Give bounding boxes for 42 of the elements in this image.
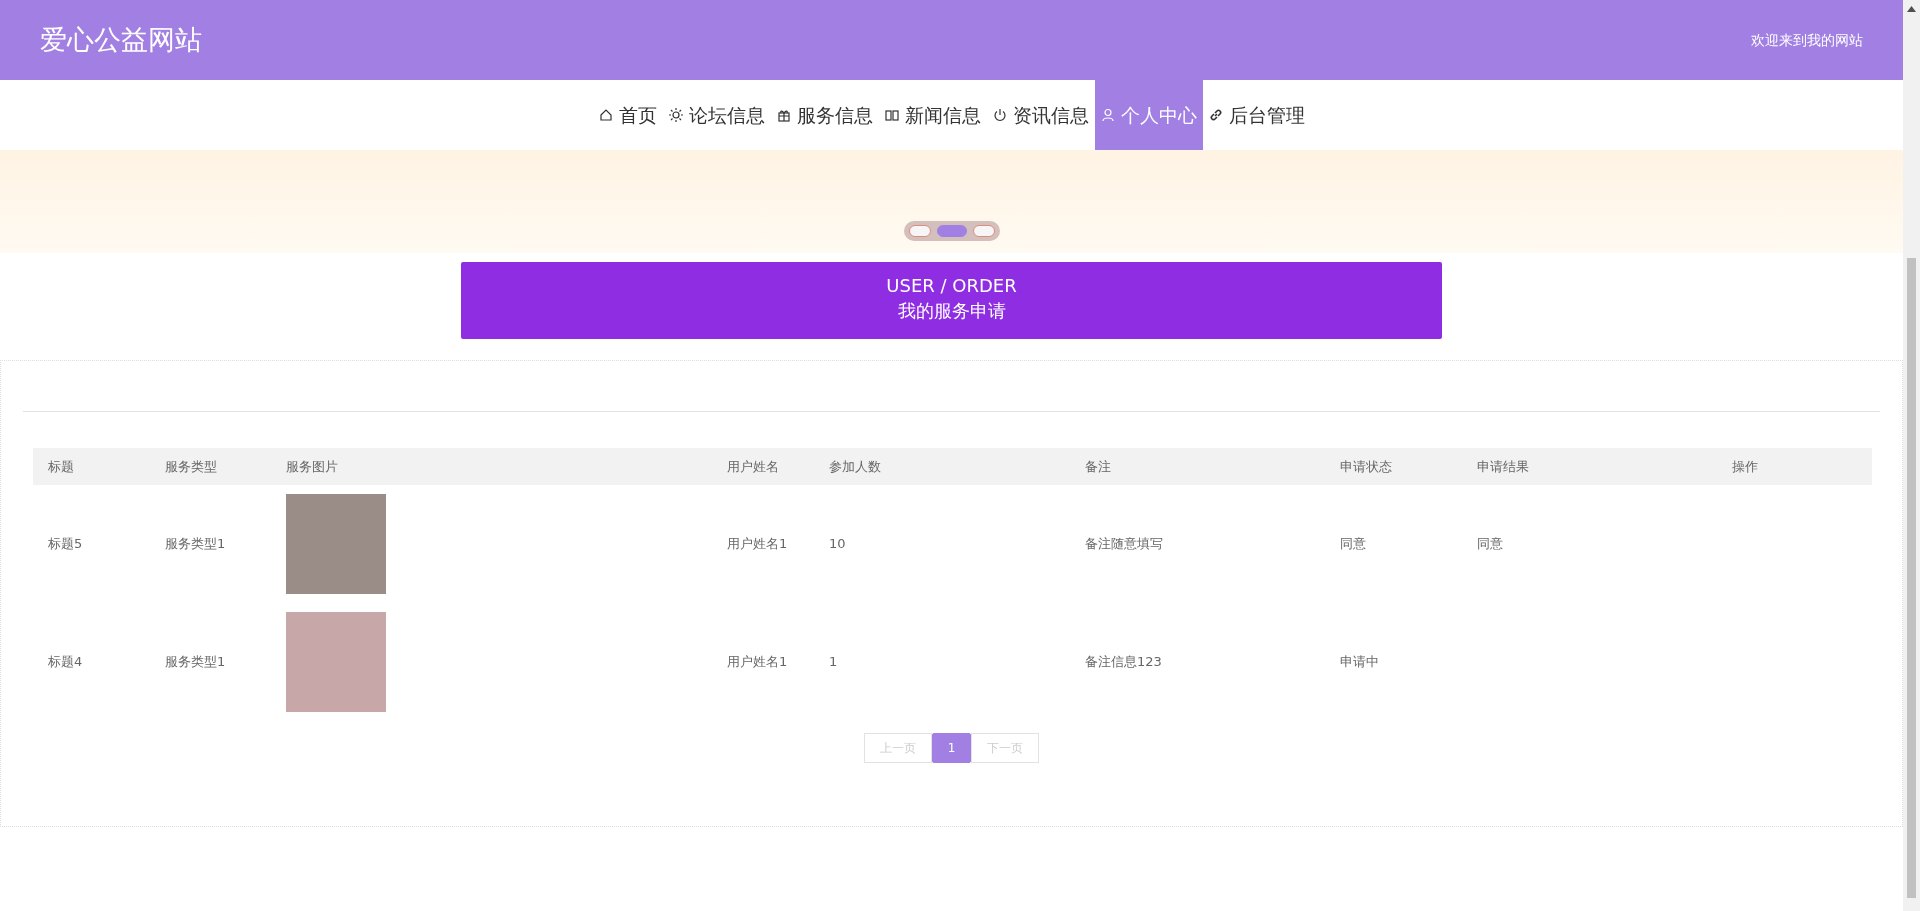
scroll-up-icon[interactable]: [1907, 6, 1916, 12]
user-icon: [1100, 108, 1115, 122]
column-header: 操作: [1717, 448, 1872, 485]
nav-link[interactable]: 新闻信息: [878, 80, 987, 150]
column-header: 参加人数: [814, 448, 1070, 485]
table-cell: 同意: [1325, 485, 1462, 603]
nav-link[interactable]: 后台管理: [1202, 80, 1311, 150]
table-cell: 服务类型1: [150, 485, 286, 603]
column-header: 服务类型: [150, 448, 286, 485]
table-cell-text: 备注信息123: [1084, 653, 1163, 672]
house-icon: [598, 108, 613, 122]
table-cell: 同意: [1462, 485, 1717, 603]
table-cell: 备注随意填写: [1070, 485, 1325, 603]
welcome-text: 欢迎来到我的网站: [1751, 30, 1863, 50]
table-cell-text: 1: [828, 653, 839, 672]
table-cell-text: 申请中: [1339, 653, 1380, 672]
table-cell: 服务类型1: [150, 603, 286, 721]
nav-link[interactable]: 论坛信息: [662, 80, 771, 150]
book-icon: [884, 108, 899, 122]
table-cell: 标题5: [33, 485, 150, 603]
column-header: 服务图片: [286, 448, 712, 485]
column-header: 申请结果: [1462, 448, 1717, 485]
column-header: 备注: [1070, 448, 1325, 485]
site-title: 爱心公益网站: [40, 22, 202, 57]
nav-link[interactable]: 首页: [592, 80, 663, 150]
column-header: 用户姓名: [712, 448, 814, 485]
table-cell: 用户姓名1: [712, 485, 814, 603]
table-cell-text: 用户姓名1: [726, 653, 789, 672]
table-cell-text: 标题4: [47, 653, 84, 672]
table-cell: 10: [814, 485, 1070, 603]
scrollbar-thumb[interactable]: [1907, 258, 1916, 898]
sun-icon: [668, 108, 683, 122]
column-header: 标题: [33, 448, 150, 485]
nav-link[interactable]: 资讯信息: [986, 80, 1095, 150]
gift-icon: [776, 108, 791, 122]
column-header: 申请状态: [1325, 448, 1462, 485]
link-icon: [1208, 108, 1223, 122]
scrollbar[interactable]: [1903, 0, 1920, 911]
power-icon: [992, 108, 1007, 122]
section-title-english: USER / ORDER: [885, 274, 1018, 298]
nav-link[interactable]: 服务信息: [770, 80, 879, 150]
section-title-chinese: 我的服务申请: [896, 299, 1007, 323]
